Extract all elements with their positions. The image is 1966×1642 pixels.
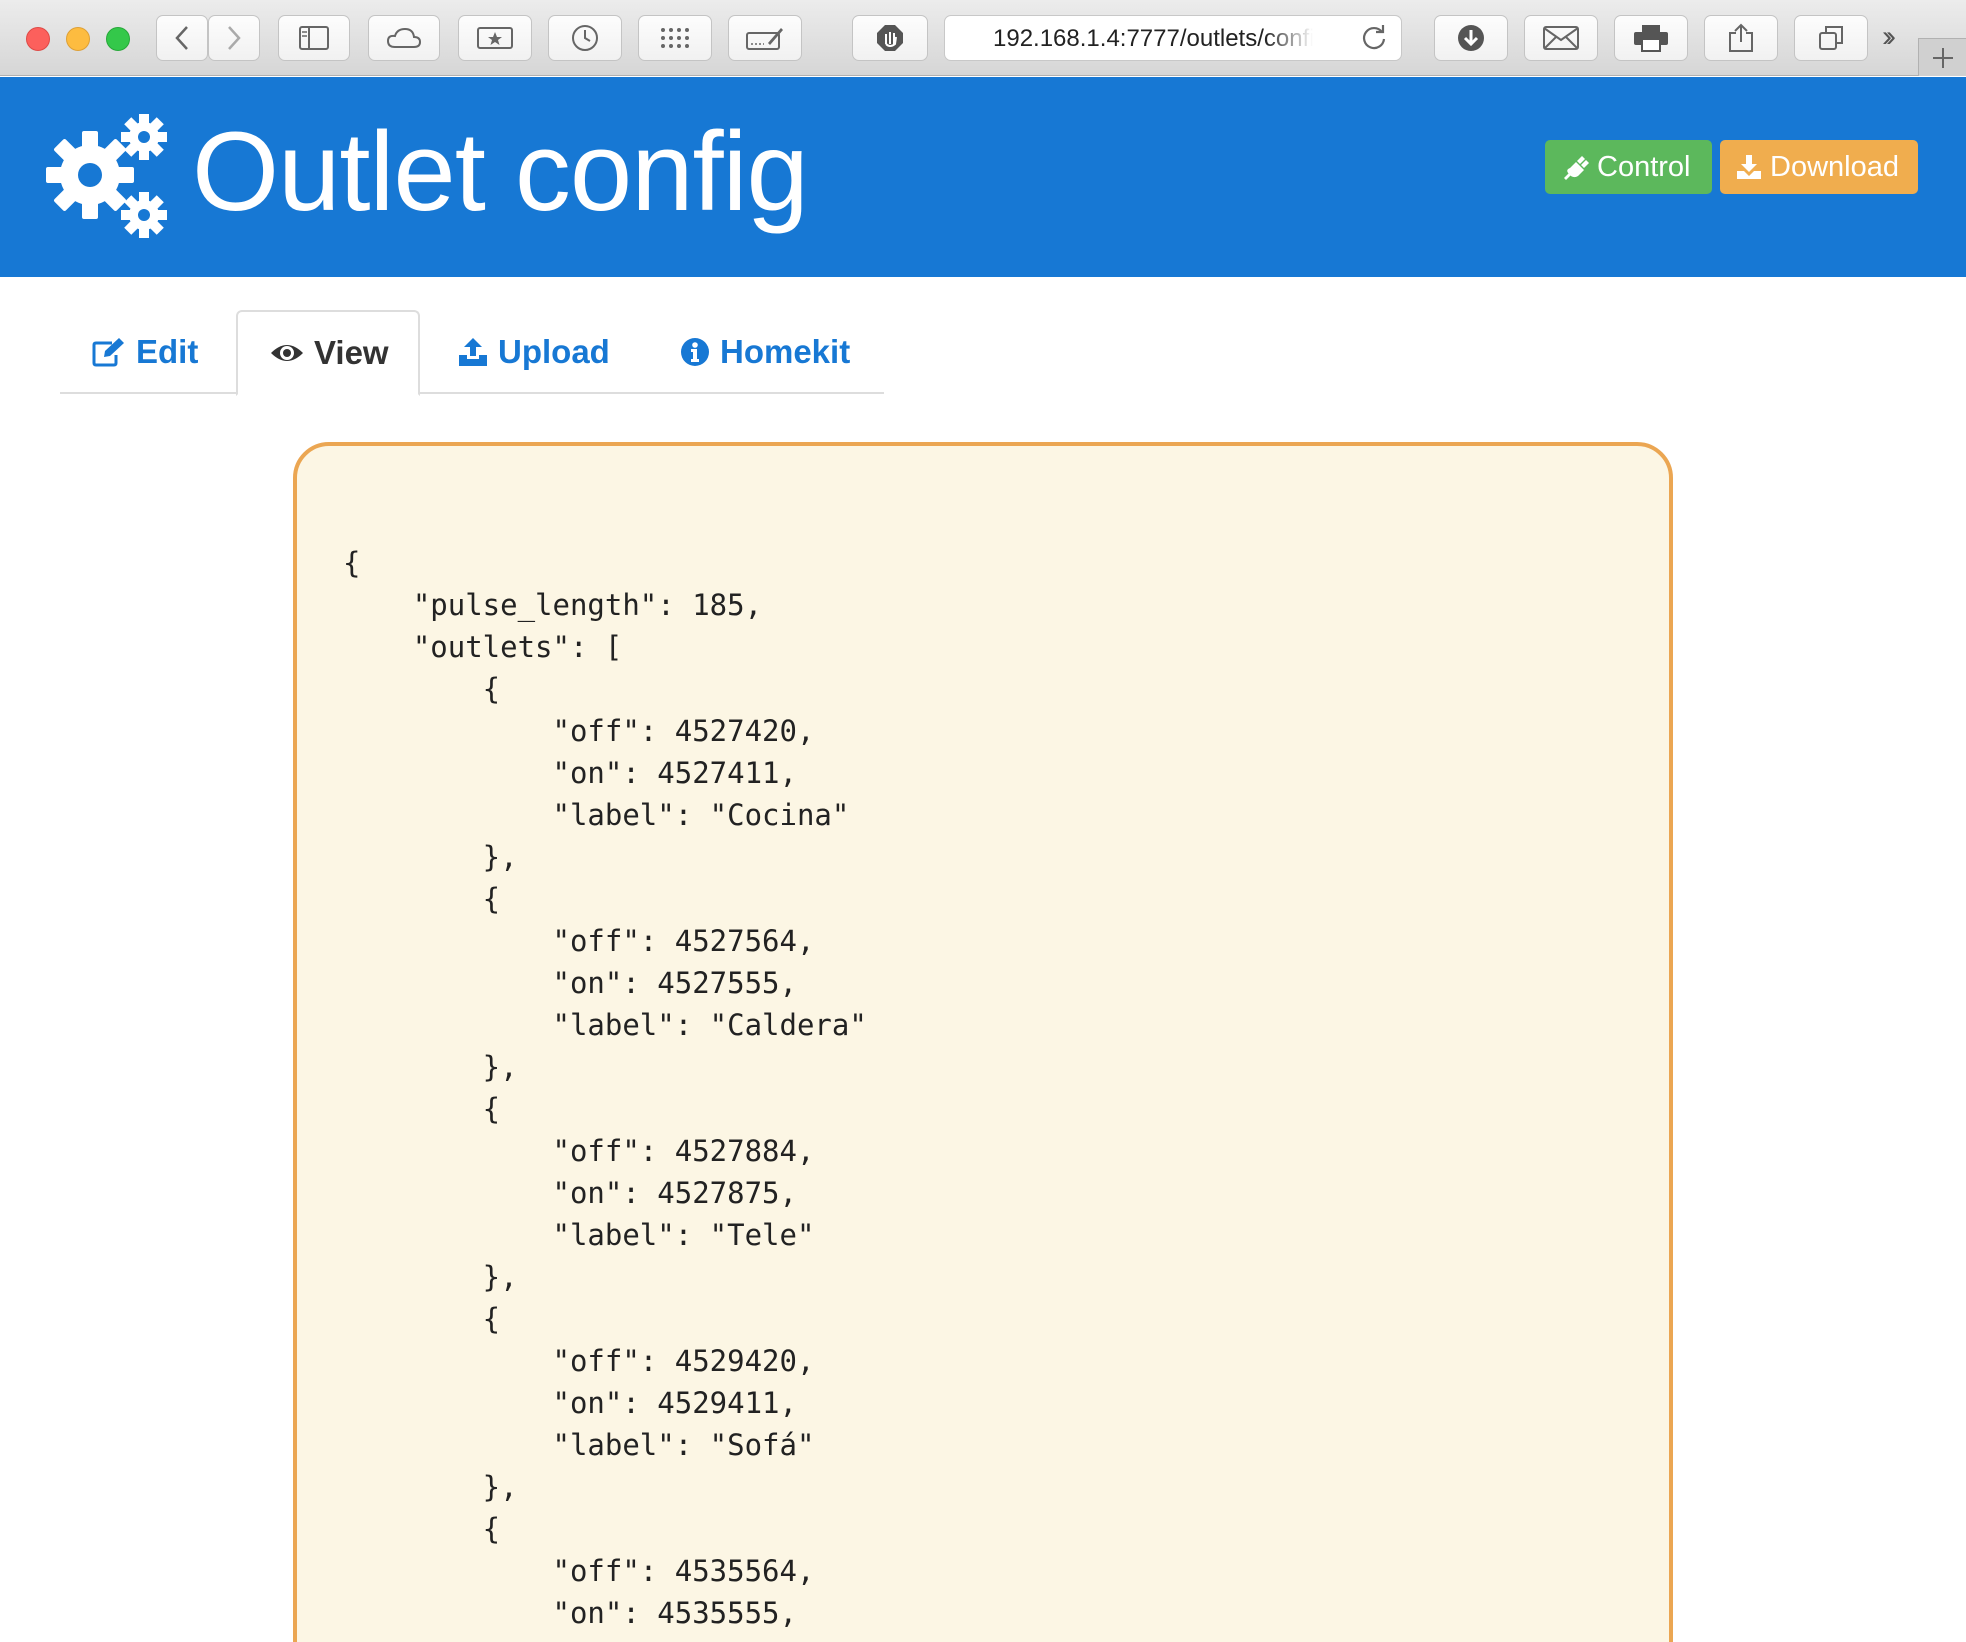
share-icon [1729,23,1753,52]
plus-icon [1932,47,1953,68]
info-circle-icon [680,337,710,367]
code-line: "label": "Sofá" [343,1428,815,1462]
code-line: { [343,1092,501,1126]
code-line: "label": "Cocina" [343,798,850,832]
sidebar-icon [299,26,329,50]
code-line: "on": 4527411, [343,756,797,790]
forward-button[interactable] [208,15,260,61]
bookmarks-button[interactable] [458,15,532,61]
icloud-tabs-button[interactable] [368,15,440,61]
code-line: "off": 4529420, [343,1344,815,1378]
upload-icon [458,337,488,367]
minimize-window-button[interactable] [66,27,90,51]
tab-homekit[interactable]: Homekit [680,310,850,394]
code-line: "on": 4527875, [343,1176,797,1210]
back-icon [175,26,188,50]
eye-icon [270,341,304,365]
tab-overview-button[interactable] [1794,15,1868,61]
shield-block-icon [877,25,903,51]
print-button[interactable] [1614,15,1688,61]
code-line: "off": 4535564, [343,1554,815,1588]
download-icon [1736,154,1762,180]
code-line: "on": 4535555, [343,1596,797,1630]
download-button[interactable]: Download [1720,140,1918,194]
tab-view[interactable]: View [236,310,420,396]
config-json-panel: { "pulse_length": 185, "outlets": [ { "o… [293,442,1673,1642]
code-line: "off": 4527420, [343,714,815,748]
code-line: "outlets": [ [343,630,623,664]
code-line: "label": "Caldera" [343,1008,867,1042]
code-line: }, [343,1050,518,1084]
address-bar[interactable]: 192.168.1.4:7777/outlets/config [944,15,1402,61]
code-line: }, [343,840,518,874]
history-clock-icon [572,25,598,51]
history-button[interactable] [548,15,622,61]
print-icon [1634,25,1668,52]
control-button[interactable]: Control [1545,140,1712,194]
code-line: }, [343,1260,518,1294]
code-line: }, [343,1470,518,1504]
new-tab-button[interactable] [1918,38,1966,76]
tab-upload[interactable]: Upload [458,310,610,394]
control-label: Control [1597,150,1691,183]
code-line: "on": 4529411, [343,1386,797,1420]
reload-icon[interactable] [1361,25,1387,58]
bookmark-star-icon [477,27,513,49]
page-title: Outlet config [192,109,809,234]
code-line: "off": 4527564, [343,924,815,958]
back-button[interactable] [156,15,208,61]
code-line: "pulse_length": 185, [343,588,763,622]
cloud-icon [386,27,422,48]
edit-note-icon [746,28,783,50]
mail-icon [1543,26,1579,50]
share-button[interactable] [1704,15,1778,61]
tab-edit-label: Edit [136,333,199,370]
edit-icon [92,337,126,367]
top-sites-button[interactable] [638,15,712,61]
plug-icon [1561,153,1589,181]
tab-bar: Edit View Upload Homekit [60,310,884,396]
url-text[interactable]: 192.168.1.4:7777/outlets/config [993,25,1313,53]
code-line: { [343,882,501,916]
downloads-button[interactable] [1434,15,1508,61]
notes-button[interactable] [728,15,802,61]
code-line: "off": 4527884, [343,1134,815,1168]
chevron-more-icon[interactable]: ›› [1882,20,1896,54]
tab-homekit-label: Homekit [720,333,851,370]
browser-toolbar: 192.168.1.4:7777/outlets/config ›› [0,0,1966,76]
download-label: Download [1770,150,1899,183]
sidebar-button[interactable] [278,15,350,61]
code-line: "on": 4527555, [343,966,797,1000]
zoom-window-button[interactable] [106,27,130,51]
tabs-icon [1819,26,1843,50]
forward-icon [228,26,241,50]
download-arrow-icon [1458,25,1484,51]
code-line: "label": "Calefactor" [343,1634,920,1642]
code-line: { [343,672,501,706]
grid-icon [661,28,689,48]
gears-icon [46,114,167,238]
code-line: "label": "Tele" [343,1218,815,1252]
tab-view-label: View [314,334,389,371]
tab-edit[interactable]: Edit [92,310,198,394]
code-line: { [343,1302,501,1336]
mail-button[interactable] [1524,15,1598,61]
close-window-button[interactable] [26,27,50,51]
code-line: { [343,1512,501,1546]
page-header: Outlet config Control Download [0,77,1966,277]
content-blocker-button[interactable] [852,15,928,61]
config-json-code: { "pulse_length": 185, "outlets": [ { "o… [343,542,919,1642]
tab-upload-label: Upload [498,333,610,370]
code-line: { [343,546,361,580]
